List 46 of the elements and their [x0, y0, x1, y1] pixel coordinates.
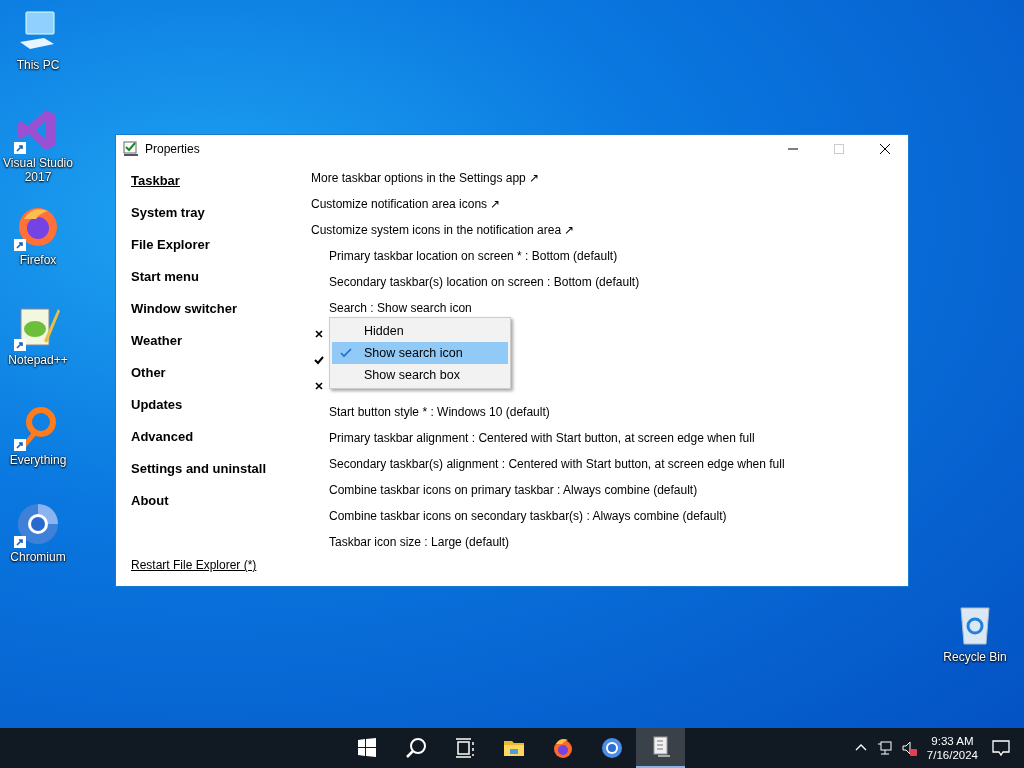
sidebar-tab[interactable]: Other: [131, 357, 166, 389]
sidebar-tab[interactable]: About: [131, 485, 169, 517]
sidebar-tab[interactable]: Settings and uninstall: [131, 453, 267, 485]
clock-time[interactable]: 9:33 AM: [931, 735, 974, 747]
sidebar-tab[interactable]: File Explorer: [131, 229, 210, 261]
ring-browser-icon[interactable]: [599, 736, 624, 760]
desktop-icon-label[interactable]: Chromium: [0, 550, 76, 564]
restart-link[interactable]: Restart File Explorer (*): [131, 558, 257, 572]
menu-item[interactable]: Show search box: [332, 364, 508, 386]
setting-option[interactable]: Start button style * : Windows 10 (default): [329, 405, 550, 419]
setting-option[interactable]: Taskbar icon size : Large (default): [329, 535, 510, 549]
sidebar-tab[interactable]: System tray: [131, 197, 205, 229]
setting-option[interactable]: Primary taskbar location on screen * : Bottom (default): [329, 249, 618, 263]
sidebar-tab[interactable]: Start menu: [131, 261, 199, 293]
setting-option[interactable]: Combine taskbar icons on secondary taskbar(s) : Always combine (default): [329, 509, 727, 523]
menu-item[interactable]: Show search icon: [332, 342, 508, 364]
desktop-icon-label[interactable]: Recycle Bin: [937, 650, 1013, 664]
settings-link[interactable]: Customize notification area icons ↗: [311, 197, 501, 211]
setting-option[interactable]: Search : Show search icon: [329, 301, 472, 315]
settings-link[interactable]: Customize system icons in the notification area ↗: [311, 223, 575, 237]
checkmark-icon[interactable]: [313, 354, 325, 366]
setting-option[interactable]: Secondary taskbar(s) alignment : Centered with Start button, at screen edge when full: [329, 457, 785, 471]
checkbox-app-icon: [123, 141, 139, 157]
taskbar-button[interactable]: [636, 728, 685, 768]
setting-option[interactable]: Combine taskbar icons on primary taskbar : Always combine (default): [329, 483, 698, 497]
sidebar-tab[interactable]: Taskbar: [131, 165, 180, 197]
notification-icon[interactable]: [992, 739, 1010, 757]
network-icon[interactable]: [876, 740, 893, 756]
cross-icon[interactable]: [313, 328, 325, 340]
window-title: Properties: [145, 142, 201, 156]
cross-icon[interactable]: [313, 380, 325, 392]
settings-link[interactable]: More taskbar options in the Settings app ↗: [311, 171, 540, 185]
desktop-icon-label[interactable]: Notepad++: [0, 353, 76, 367]
setting-option[interactable]: Primary taskbar alignment : Centered with Start button, at screen edge when full: [329, 431, 755, 445]
sidebar-tab[interactable]: Advanced: [131, 421, 194, 453]
checkmark-icon: [340, 347, 352, 359]
sidebar-tab[interactable]: Updates: [131, 389, 183, 421]
setting-option[interactable]: Secondary taskbar(s) location on screen : Bottom (default): [329, 275, 640, 289]
desktop-icon-label[interactable]: This PC: [0, 58, 76, 72]
muted-speaker-icon[interactable]: [900, 740, 917, 756]
sidebar-tab[interactable]: Weather: [131, 325, 183, 357]
clock-date[interactable]: 7/16/2024: [926, 749, 978, 761]
close-icon[interactable]: [879, 143, 891, 155]
menu-item[interactable]: Hidden: [332, 320, 508, 342]
sidebar-tab[interactable]: Window switcher: [131, 293, 238, 325]
desktop-icon-label[interactable]: Everything: [0, 453, 76, 467]
